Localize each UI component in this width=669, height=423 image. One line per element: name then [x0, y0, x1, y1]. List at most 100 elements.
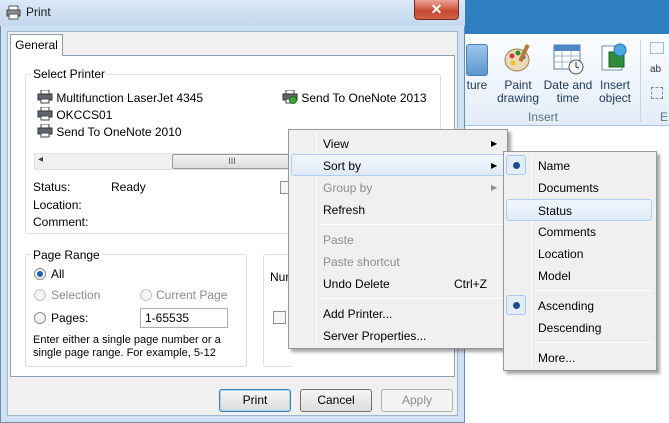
sort-item-label: Documents — [538, 181, 599, 195]
printer-name: Multifunction LaserJet 4345 — [56, 91, 204, 106]
collate-checkbox[interactable] — [273, 311, 286, 324]
submenu-arrow-icon: ▶ — [491, 183, 498, 192]
sort-item-status[interactable]: Status — [506, 199, 652, 221]
submenu-arrow-icon: ▶ — [491, 139, 498, 148]
printer-icon — [37, 123, 53, 142]
menu-item-label: Undo Delete — [323, 277, 390, 291]
printer-icon — [37, 89, 53, 108]
sort-item-label: More... — [538, 351, 576, 365]
select-all-icon[interactable] — [651, 87, 663, 99]
menu-item-paste-shortcut: Paste shortcut — [291, 251, 505, 273]
pages-radio[interactable] — [34, 312, 46, 324]
sort-menu-separator — [535, 342, 653, 343]
submenu-arrow-icon: ▶ — [491, 161, 498, 170]
tab-general[interactable]: General — [10, 34, 63, 56]
sort-item-location[interactable]: Location — [506, 243, 654, 265]
cancel-button[interactable]: Cancel — [300, 389, 372, 412]
menu-item-label: View — [323, 137, 349, 151]
date-and-time-label-1: Date and — [543, 78, 593, 92]
ribbon-group-edit-label: E — [660, 110, 669, 124]
menu-item-shortcut: Ctrl+Z — [454, 277, 487, 291]
printer-item[interactable]: Multifunction LaserJet 4345 — [37, 89, 204, 108]
paint-drawing-label-1: Paint — [504, 78, 532, 92]
location-label: Location: — [33, 198, 82, 212]
date-and-time-label-2: time — [556, 91, 580, 105]
menu-item-label: Refresh — [323, 203, 366, 217]
menu-item-label: Paste — [323, 233, 354, 247]
find-icon[interactable] — [650, 42, 664, 54]
ribbon-separator — [640, 40, 641, 122]
status-value: Ready — [111, 180, 146, 194]
insert-object-icon[interactable] — [600, 42, 630, 74]
picture-icon[interactable] — [466, 44, 488, 76]
current-page-label: Current Page — [156, 288, 228, 302]
insert-object-label-1: Insert — [599, 78, 630, 92]
default-printer-icon — [282, 89, 298, 108]
close-button[interactable]: ✕ — [414, 0, 459, 20]
printer-icon — [6, 5, 21, 23]
menu-item-refresh[interactable]: Refresh — [291, 199, 505, 221]
insert-object-label-2: object — [598, 91, 632, 105]
printer-name: Send To OneNote 2010 — [56, 125, 182, 140]
printer-item[interactable]: Send To OneNote 2013 — [282, 89, 427, 108]
page-range-legend: Page Range — [31, 248, 102, 262]
select-printer-legend: Select Printer — [31, 67, 108, 81]
sort-item-label: Name — [538, 159, 571, 173]
print-button[interactable]: Print — [219, 389, 291, 412]
menu-item-label: Server Properties... — [323, 329, 427, 343]
printer-item[interactable]: OKCCS01 — [37, 106, 113, 125]
sort-item-label: Model — [538, 269, 571, 283]
all-pages-label[interactable]: All — [51, 267, 64, 281]
menu-separator — [320, 298, 504, 299]
paint-titlebar — [458, 0, 669, 34]
scroll-left-icon[interactable]: ◂ — [38, 154, 43, 165]
sort-item-name[interactable]: Name — [506, 155, 654, 177]
print-dialog-titlebar — [0, 0, 465, 26]
menu-item-label: Sort by — [323, 159, 362, 173]
page-range-hint: Enter either a single page number or a s… — [33, 334, 221, 359]
printer-name: OKCCS01 — [56, 108, 113, 123]
menu-item-server-properties[interactable]: Server Properties... — [291, 325, 505, 347]
sort-item-label: Status — [538, 204, 573, 218]
sort-item-more[interactable]: More... — [506, 347, 654, 369]
scroll-thumb[interactable]: III — [172, 154, 292, 169]
sort-item-label: Ascending — [538, 299, 595, 313]
dialog-title: Print — [26, 5, 51, 19]
menu-item-undo-delete[interactable]: Undo Delete Ctrl+Z — [291, 273, 505, 295]
sort-item-comments[interactable]: Comments — [506, 221, 654, 243]
sort-item-ascending[interactable]: Ascending — [506, 295, 654, 317]
menu-item-label: Group by — [323, 181, 373, 195]
replace-icon-label[interactable]: ab — [650, 64, 661, 75]
selection-label: Selection — [51, 288, 101, 302]
pages-label[interactable]: Pages: — [51, 311, 88, 325]
selection-radio — [34, 289, 46, 301]
all-pages-radio[interactable] — [34, 268, 46, 280]
menu-item-label: Add Printer... — [323, 307, 393, 321]
current-page-radio — [140, 289, 152, 301]
sort-item-model[interactable]: Model — [506, 265, 654, 287]
pages-input[interactable]: 1-65535 — [140, 308, 228, 328]
menu-item-label: Paste shortcut — [323, 255, 400, 269]
paint-drawing-icon[interactable] — [503, 42, 533, 74]
apply-button: Apply — [381, 389, 453, 412]
printer-icon — [37, 106, 53, 125]
menu-item-sort-by[interactable]: Sort by ▶ — [291, 154, 505, 176]
comment-label: Comment: — [33, 215, 89, 229]
menu-item-add-printer[interactable]: Add Printer... — [291, 303, 505, 325]
menu-item-paste: Paste — [291, 229, 505, 251]
sort-item-label: Descending — [538, 321, 602, 335]
ribbon-item-picture-label: ture — [466, 78, 488, 92]
paint-drawing-label-2: drawing — [496, 91, 540, 105]
date-and-time-icon[interactable] — [553, 43, 585, 75]
sort-menu-separator — [535, 290, 653, 291]
sort-item-documents[interactable]: Documents — [506, 177, 654, 199]
menu-item-group-by: Group by ▶ — [291, 177, 505, 199]
menu-item-view[interactable]: View ▶ — [291, 133, 505, 155]
status-label: Status: — [33, 180, 71, 194]
ribbon-group-insert-label: Insert — [528, 110, 559, 124]
menu-separator — [320, 224, 504, 225]
sort-item-label: Comments — [538, 225, 597, 239]
sort-item-descending[interactable]: Descending — [506, 317, 654, 339]
printer-name: Send To OneNote 2013 — [301, 91, 427, 106]
printer-item[interactable]: Send To OneNote 2010 — [37, 123, 182, 142]
